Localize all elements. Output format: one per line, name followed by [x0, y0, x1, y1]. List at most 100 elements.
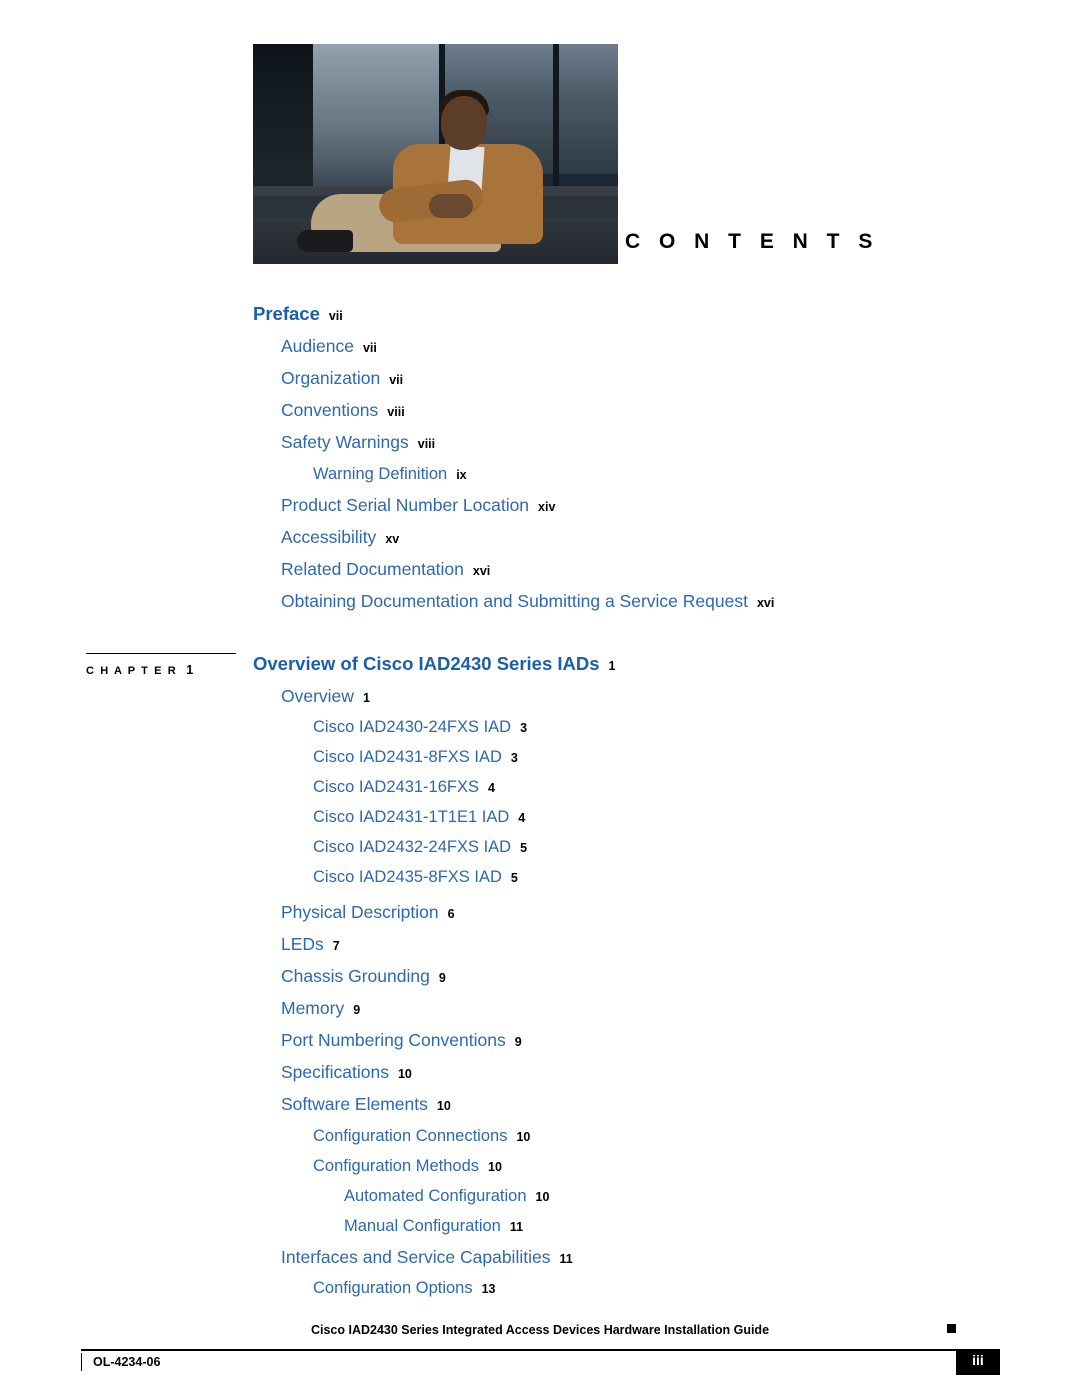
toc-page: ix [456, 468, 467, 482]
toc-label: Manual Configuration [344, 1217, 501, 1235]
footer-square-marker [947, 1324, 956, 1333]
toc-label: Physical Description [281, 902, 439, 922]
chapter-label: C H A P T E R [86, 665, 178, 677]
toc-label: Configuration Connections [313, 1127, 508, 1145]
toc-page: xvi [756, 596, 775, 610]
toc-entry-physical-description[interactable]: Physical Description 6 [281, 902, 1080, 922]
toc-entry-cisco-iad2430-24fxs-iad[interactable]: Cisco IAD2430-24FXS IAD 3 [313, 719, 1080, 736]
toc-entry-cisco-iad2432-24fxs-iad[interactable]: Cisco IAD2432-24FXS IAD 5 [313, 839, 1080, 856]
toc-label: Conventions [281, 400, 379, 420]
toc-label: Organization [281, 368, 381, 388]
toc-entry-cisco-iad2435-8fxs-iad[interactable]: Cisco IAD2435-8FXS IAD 5 [313, 869, 1080, 886]
toc-entry-overview-of-cisco-iad2430-series-iads[interactable]: Overview of Cisco IAD2430 Series IADs 1 [253, 653, 1080, 674]
toc-page: 4 [518, 811, 526, 825]
toc-label: LEDs [281, 934, 324, 954]
toc-label: Software Elements [281, 1094, 428, 1114]
toc-entry-safety-warnings[interactable]: Safety Warnings viii [281, 432, 1080, 452]
toc-page: 4 [488, 781, 495, 795]
toc-entry-conventions[interactable]: Conventions viii [281, 400, 1080, 420]
toc-page: 10 [436, 1099, 451, 1113]
toc-page: 3 [520, 721, 528, 735]
toc-entry-organization[interactable]: Organization vii [281, 368, 1080, 388]
toc-entry-chassis-grounding[interactable]: Chassis Grounding 9 [281, 966, 1080, 986]
hero-photo [253, 44, 618, 264]
toc-page: 10 [488, 1160, 502, 1174]
toc-page: 7 [332, 939, 340, 953]
photo-person-shoe [297, 230, 353, 252]
toc-page: 5 [520, 841, 528, 855]
toc-label: Preface [253, 303, 320, 324]
toc-label: Memory [281, 998, 345, 1018]
toc-entry-configuration-options[interactable]: Configuration Options 13 [313, 1280, 1080, 1297]
footer-doc-id: OL-4234-06 [93, 1355, 161, 1369]
toc-label: Automated Configuration [344, 1187, 527, 1205]
photo-person-hands [429, 194, 473, 218]
toc-entry-configuration-connections[interactable]: Configuration Connections 10 [313, 1128, 1080, 1145]
toc-page: 1 [608, 659, 616, 673]
toc-page: 1 [362, 691, 370, 705]
toc-entry-accessibility[interactable]: Accessibility xv [281, 527, 1080, 547]
footer-book-title: Cisco IAD2430 Series Integrated Access D… [310, 1323, 770, 1337]
toc-page: vii [328, 309, 343, 323]
toc-entry-interfaces-and-service-capabilities[interactable]: Interfaces and Service Capabilities 11 [281, 1247, 1080, 1267]
toc-entry-software-elements[interactable]: Software Elements 10 [281, 1094, 1080, 1114]
toc-label: Overview of Cisco IAD2430 Series IADs [253, 653, 600, 674]
toc-label: Cisco IAD2431-8FXS IAD [313, 748, 502, 766]
chapter-rule [86, 653, 236, 654]
toc-label: Port Numbering Conventions [281, 1030, 506, 1050]
toc-label: Accessibility [281, 527, 377, 547]
toc-label: Cisco IAD2435-8FXS IAD [313, 868, 502, 886]
toc-entry-related-documentation[interactable]: Related Documentation xvi [281, 559, 1080, 579]
toc-entry-obtaining-documentation[interactable]: Obtaining Documentation and Submitting a… [281, 591, 1080, 611]
toc-label: Cisco IAD2430-24FXS IAD [313, 718, 512, 736]
toc-label: Overview [281, 686, 354, 706]
toc-label: Chassis Grounding [281, 966, 430, 986]
table-of-contents: Preface vii Audience vii Organization vii C… [0, 303, 1080, 1297]
toc-page: 10 [397, 1067, 412, 1081]
toc-page: xiv [538, 500, 556, 514]
chapter-number: 1 [186, 663, 194, 677]
toc-page: xv [385, 532, 400, 546]
toc-entry-manual-configuration[interactable]: Manual Configuration 11 [344, 1218, 1080, 1235]
toc-page: 9 [353, 1003, 361, 1017]
page-title: C O N T E N T S [625, 230, 879, 253]
toc-label: Cisco IAD2431-1T1E1 IAD [313, 808, 510, 826]
toc-page: 11 [559, 1252, 573, 1266]
toc-entry-memory[interactable]: Memory 9 [281, 998, 1080, 1018]
toc-page: viii [417, 437, 436, 451]
toc-entry-product-serial-number-location[interactable]: Product Serial Number Location xiv [281, 496, 1080, 515]
toc-label: Configuration Methods [313, 1157, 480, 1175]
toc-label: Audience [281, 336, 354, 356]
toc-entry-configuration-methods[interactable]: Configuration Methods 10 [313, 1158, 1080, 1175]
toc-page: vii [362, 341, 377, 355]
toc-entry-warning-definition[interactable]: Warning Definition ix [313, 466, 1080, 483]
toc-label: Safety Warnings [281, 432, 409, 452]
toc-entry-audience[interactable]: Audience vii [281, 336, 1080, 356]
toc-page: vii [389, 373, 404, 387]
toc-page: 13 [481, 1282, 496, 1296]
toc-page: xvi [472, 564, 491, 578]
toc-entry-automated-configuration[interactable]: Automated Configuration 10 [344, 1188, 1080, 1205]
toc-entry-leds[interactable]: LEDs 7 [281, 934, 1080, 954]
toc-entry-preface[interactable]: Preface vii [253, 303, 1080, 324]
toc-page: viii [387, 405, 405, 419]
toc-page: 9 [438, 971, 446, 985]
toc-label: Interfaces and Service Capabilities [281, 1247, 551, 1267]
toc-entry-port-numbering-conventions[interactable]: Port Numbering Conventions 9 [281, 1030, 1080, 1050]
toc-entry-overview[interactable]: Overview 1 [281, 686, 1080, 706]
toc-label: Specifications [281, 1062, 389, 1082]
toc-label: Configuration Options [313, 1279, 473, 1297]
toc-entry-cisco-iad2431-16fxs[interactable]: Cisco IAD2431-16FXS 4 [313, 779, 1080, 796]
toc-label: Related Documentation [281, 559, 464, 579]
toc-entry-specifications[interactable]: Specifications 10 [281, 1062, 1080, 1082]
toc-page: 10 [516, 1130, 531, 1144]
toc-entry-cisco-iad2431-8fxs-iad[interactable]: Cisco IAD2431-8FXS IAD 3 [313, 749, 1080, 766]
toc-label: Obtaining Documentation and Submitting a… [281, 591, 748, 611]
toc-label: Warning Definition [313, 465, 448, 483]
toc-entry-cisco-iad2431-1t1e1-iad[interactable]: Cisco IAD2431-1T1E1 IAD 4 [313, 809, 1080, 826]
toc-page: 9 [514, 1035, 522, 1049]
page-footer: Cisco IAD2430 Series Integrated Access D… [0, 1305, 1080, 1397]
chapter-marker: C H A P T E R 1 [86, 653, 266, 679]
toc-label: Cisco IAD2432-24FXS IAD [313, 838, 512, 856]
toc-page: 11 [509, 1220, 524, 1234]
